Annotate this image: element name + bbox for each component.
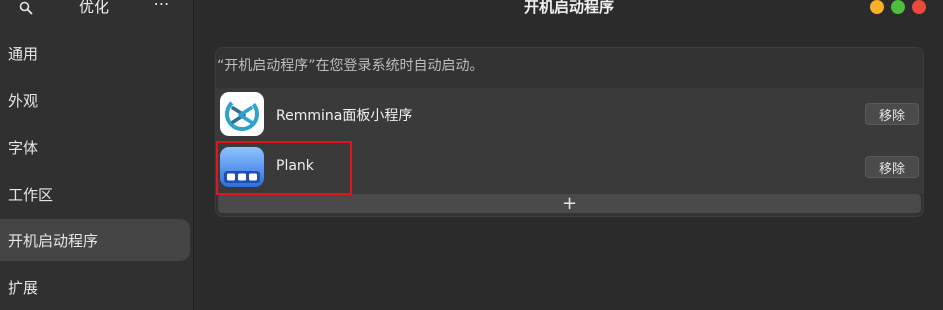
sidebar: 优化 ⋯ 通用 外观 字体 工作区 开机启动程序 扩展	[0, 0, 194, 310]
sidebar-item-label: 工作区	[8, 185, 54, 204]
maximize-button[interactable]	[891, 0, 905, 14]
sidebar-item-general[interactable]: 通用	[0, 32, 190, 74]
list-item: Remmina面板小程序 移除	[216, 88, 923, 141]
sidebar-item-label: 通用	[8, 44, 39, 63]
search-button[interactable]	[15, 0, 37, 18]
sidebar-item-appearance[interactable]: 外观	[0, 79, 190, 121]
app-name: Remmina面板小程序	[276, 108, 413, 124]
sidebar-item-label: 外观	[8, 91, 39, 110]
sidebar-title: 优化	[79, 0, 110, 16]
plus-icon: +	[561, 192, 578, 214]
more-icon: ⋯	[153, 0, 171, 13]
sidebar-item-extensions[interactable]: 扩展	[0, 266, 190, 308]
minimize-button[interactable]	[870, 0, 884, 14]
sidebar-item-startup-apps[interactable]: 开机启动程序	[0, 219, 190, 261]
remove-button[interactable]: 移除	[865, 103, 919, 125]
search-icon	[19, 1, 33, 15]
sidebar-item-label: 开机启动程序	[8, 231, 99, 250]
sidebar-item-label: 字体	[8, 138, 39, 157]
highlight-box	[216, 141, 352, 195]
tweaks-window: 优化 ⋯ 通用 外观 字体 工作区 开机启动程序 扩展 开机启动程序 “开机启动…	[0, 0, 943, 310]
sidebar-item-workspaces[interactable]: 工作区	[0, 173, 190, 215]
close-button[interactable]	[912, 0, 926, 14]
add-startup-app-button[interactable]: +	[218, 194, 921, 213]
remmina-icon	[220, 92, 264, 136]
menu-button[interactable]: ⋯	[150, 0, 174, 14]
page-title: 开机启动程序	[524, 0, 615, 16]
sidebar-item-label: 扩展	[8, 278, 39, 297]
sidebar-header: 优化 ⋯	[0, 0, 193, 18]
sidebar-item-fonts[interactable]: 字体	[0, 126, 190, 168]
remove-button[interactable]: 移除	[865, 156, 919, 178]
startup-description: “开机启动程序”在您登录系统时自动启动。	[217, 58, 484, 74]
